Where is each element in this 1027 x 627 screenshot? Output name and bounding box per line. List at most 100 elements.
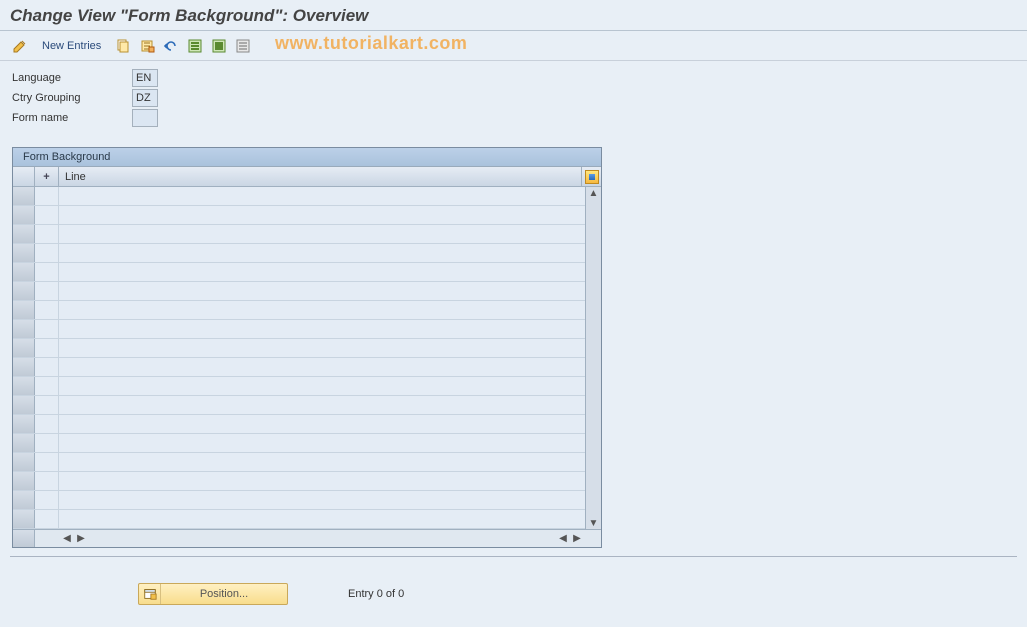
cell-plus[interactable] [35, 472, 59, 490]
ctry-grouping-field[interactable] [132, 89, 158, 107]
form-name-label: Form name [12, 112, 132, 124]
edit-icon[interactable] [10, 36, 30, 56]
cell-plus[interactable] [35, 358, 59, 376]
row-select-handle[interactable] [13, 453, 35, 471]
scroll-up-icon[interactable]: ▲ [588, 187, 600, 199]
deselect-all-icon[interactable] [233, 36, 253, 56]
table-row[interactable] [13, 225, 585, 244]
table-row[interactable] [13, 472, 585, 491]
table-row[interactable] [13, 510, 585, 529]
table-row[interactable] [13, 263, 585, 282]
row-select-handle[interactable] [13, 225, 35, 243]
table-row[interactable] [13, 358, 585, 377]
cell-plus[interactable] [35, 320, 59, 338]
scroll-left-icon[interactable]: ◀ [61, 533, 73, 545]
toolbar: New Entries www.tutorialkart.com [0, 31, 1027, 61]
table-row[interactable] [13, 206, 585, 225]
cell-line[interactable] [59, 263, 585, 281]
cell-line[interactable] [59, 187, 585, 205]
table-row[interactable] [13, 320, 585, 339]
position-button[interactable]: Position... [138, 583, 288, 605]
row-select-handle[interactable] [13, 339, 35, 357]
row-select-handle[interactable] [13, 434, 35, 452]
cell-plus[interactable] [35, 510, 59, 528]
grid-body [13, 187, 585, 529]
cell-plus[interactable] [35, 339, 59, 357]
cell-line[interactable] [59, 301, 585, 319]
cell-line[interactable] [59, 510, 585, 528]
row-select-handle[interactable] [13, 415, 35, 433]
select-all-icon[interactable] [185, 36, 205, 56]
row-select-handle[interactable] [13, 358, 35, 376]
cell-line[interactable] [59, 206, 585, 224]
table-row[interactable] [13, 434, 585, 453]
cell-line[interactable] [59, 415, 585, 433]
grid-select-header[interactable] [13, 167, 35, 186]
table-row[interactable] [13, 491, 585, 510]
cell-plus[interactable] [35, 434, 59, 452]
cell-line[interactable] [59, 244, 585, 262]
cell-line[interactable] [59, 339, 585, 357]
form-name-field[interactable] [132, 109, 158, 127]
cell-plus[interactable] [35, 491, 59, 509]
table-row[interactable] [13, 282, 585, 301]
row-select-handle[interactable] [13, 263, 35, 281]
cell-plus[interactable] [35, 415, 59, 433]
cell-line[interactable] [59, 282, 585, 300]
scroll-right-icon[interactable]: ▶ [571, 533, 583, 545]
delete-icon[interactable] [137, 36, 157, 56]
copy-icon[interactable] [113, 36, 133, 56]
cell-plus[interactable] [35, 187, 59, 205]
cell-line[interactable] [59, 396, 585, 414]
cell-plus[interactable] [35, 377, 59, 395]
table-row[interactable] [13, 396, 585, 415]
undo-icon[interactable] [161, 36, 181, 56]
table-row[interactable] [13, 301, 585, 320]
select-block-icon[interactable] [209, 36, 229, 56]
row-select-handle[interactable] [13, 187, 35, 205]
cell-line[interactable] [59, 225, 585, 243]
table-row[interactable] [13, 187, 585, 206]
cell-plus[interactable] [35, 206, 59, 224]
grid-column-plus[interactable]: + [35, 167, 59, 186]
row-select-handle[interactable] [13, 510, 35, 528]
cell-plus[interactable] [35, 263, 59, 281]
cell-plus[interactable] [35, 282, 59, 300]
row-select-handle[interactable] [13, 282, 35, 300]
scroll-down-icon[interactable]: ▼ [588, 517, 600, 529]
row-select-handle[interactable] [13, 320, 35, 338]
cell-plus[interactable] [35, 396, 59, 414]
selection-fields: Language Ctry Grouping Form name [0, 61, 1027, 131]
table-row[interactable] [13, 339, 585, 358]
cell-line[interactable] [59, 358, 585, 376]
cell-plus[interactable] [35, 453, 59, 471]
grid-column-line[interactable]: Line [59, 167, 581, 186]
row-select-handle[interactable] [13, 301, 35, 319]
row-select-handle[interactable] [13, 472, 35, 490]
table-row[interactable] [13, 453, 585, 472]
row-select-handle[interactable] [13, 491, 35, 509]
cell-plus[interactable] [35, 225, 59, 243]
row-select-handle[interactable] [13, 244, 35, 262]
row-select-handle[interactable] [13, 206, 35, 224]
scroll-right-step-icon[interactable]: ▶ [75, 533, 87, 545]
cell-line[interactable] [59, 320, 585, 338]
language-field[interactable] [132, 69, 158, 87]
row-select-handle[interactable] [13, 377, 35, 395]
grid-configure-button[interactable] [581, 167, 601, 186]
cell-plus[interactable] [35, 301, 59, 319]
cell-line[interactable] [59, 434, 585, 452]
row-select-handle[interactable] [13, 396, 35, 414]
table-row[interactable] [13, 415, 585, 434]
horizontal-scrollbar[interactable]: ◀ ▶ ◀ ▶ [59, 533, 585, 545]
cell-line[interactable] [59, 491, 585, 509]
table-row[interactable] [13, 377, 585, 396]
cell-line[interactable] [59, 377, 585, 395]
cell-plus[interactable] [35, 244, 59, 262]
scroll-left-step-icon[interactable]: ◀ [557, 533, 569, 545]
table-row[interactable] [13, 244, 585, 263]
vertical-scrollbar[interactable]: ▲ ▼ [585, 187, 601, 529]
cell-line[interactable] [59, 453, 585, 471]
cell-line[interactable] [59, 472, 585, 490]
new-entries-button[interactable]: New Entries [34, 38, 109, 54]
